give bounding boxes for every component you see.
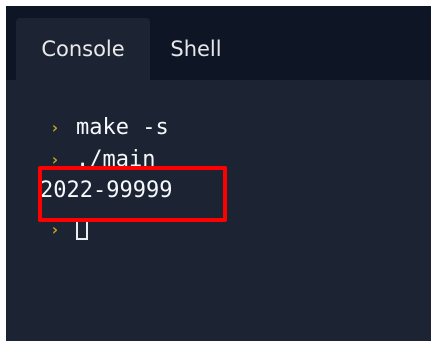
- console-line: › ./main: [6, 144, 155, 174]
- prompt-icon: ›: [50, 149, 60, 169]
- tab-bar: Console Shell: [6, 6, 431, 80]
- tab-shell-label: Shell: [170, 37, 222, 61]
- prompt-icon: ›: [50, 219, 60, 239]
- console-line: ›: [6, 214, 88, 244]
- command-text: make -s: [76, 114, 169, 140]
- command-text: ./main: [76, 146, 156, 172]
- tab-shell[interactable]: Shell: [156, 18, 236, 80]
- console-output[interactable]: › make -s › ./main 2022-99999 ›: [6, 80, 431, 341]
- tab-console-label: Console: [41, 37, 125, 61]
- console-panel: Console Shell › make -s › ./main 2022-9999…: [6, 6, 431, 341]
- tab-console[interactable]: Console: [16, 18, 150, 80]
- prompt-icon: ›: [50, 117, 60, 137]
- console-line: 2022-99999: [6, 175, 172, 205]
- output-text: 2022-99999: [40, 177, 173, 203]
- console-line: › make -s: [6, 112, 169, 142]
- text-cursor[interactable]: [76, 218, 88, 240]
